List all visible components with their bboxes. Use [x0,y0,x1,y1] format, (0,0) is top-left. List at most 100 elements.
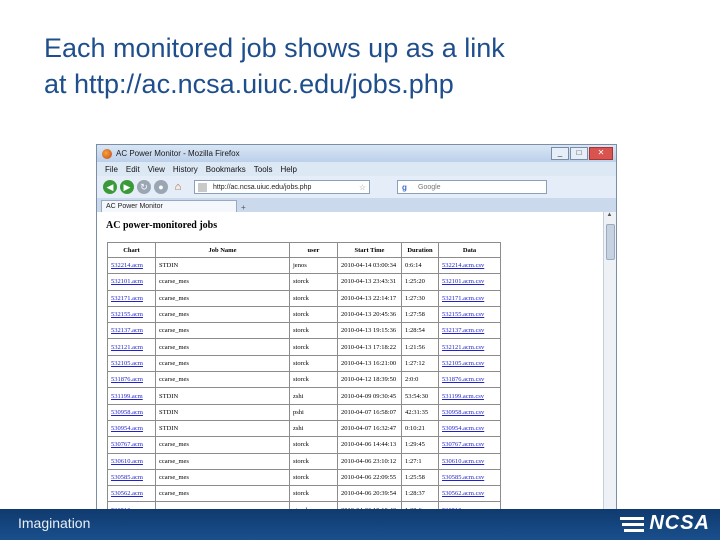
menu-file[interactable]: File [105,165,118,174]
chart-link-cell[interactable]: 530767.acm [107,436,156,454]
scrollbar-thumb[interactable] [606,224,615,260]
chart-link-cell[interactable]: 532101.acm [107,273,156,291]
tab-ac-power-monitor[interactable]: AC Power Monitor [101,200,237,212]
search-input[interactable]: g Google [397,180,547,194]
job-name-cell: ccarse_mes [155,371,290,389]
home-icon[interactable]: ⌂ [171,180,185,194]
table-header-row: Chart Job Name user Start Time Duration … [107,242,501,258]
start-time-cell: 2010-04-06 14:44:13 [337,436,402,454]
stop-icon[interactable]: ● [154,180,168,194]
data-link-cell[interactable]: 532155.acm.csv [438,305,501,324]
search-placeholder: Google [418,184,441,191]
url-bar[interactable]: http://ac.ncsa.uiuc.edu/jobs.php ☆ [194,180,370,194]
chart-link-cell[interactable]: 532105.acm [107,354,156,373]
tab-label: AC Power Monitor [106,203,163,210]
table-row: 530562.acm ccarse_mes storck 2010-04-06 20:… [107,485,501,503]
bookmark-star-icon[interactable]: ☆ [359,181,366,195]
user-cell: jenos [289,256,338,275]
data-link-cell[interactable]: 530610.acm.csv [438,452,501,470]
data-link-cell[interactable]: 530562.acm.csv [438,485,501,503]
data-link-cell[interactable]: 530585.acm.csv [438,468,501,487]
new-tab-button[interactable]: + [241,203,246,212]
data-link-cell[interactable]: 532171.acm.csv [438,289,501,307]
start-time-cell: 2010-04-07 16:32:47 [337,419,402,438]
job-name-cell: ccarse_mes [155,436,290,454]
column-header-user: user [289,242,338,258]
chart-link-cell[interactable]: 530958.acm [107,403,156,421]
table-row: 532214.acm STDIN jenos 2010-04-14 03:00:34 0… [107,256,501,275]
duration-cell: 1:27:1 [401,452,439,470]
chart-link-cell[interactable]: 532121.acm [107,338,156,356]
job-name-cell: ccarse_mes [155,452,290,470]
data-link-cell[interactable]: 532121.acm.csv [438,338,501,356]
column-header-data: Data [438,242,501,258]
duration-cell: 0:10:21 [401,419,439,438]
start-time-cell: 2010-04-13 23:43:31 [337,273,402,291]
job-name-cell: STDIN [155,256,290,275]
start-time-cell: 2010-04-09 09:30:45 [337,387,402,405]
data-link-cell[interactable]: 530767.acm.csv [438,436,501,454]
duration-cell: 2:0:0 [401,371,439,389]
job-name-cell: STDIN [155,387,290,405]
chart-link-cell[interactable]: 530585.acm [107,468,156,487]
scroll-up-icon[interactable]: ▲ [604,212,615,222]
job-name-cell: ccarse_mes [155,289,290,307]
duration-cell: 1:27:58 [401,305,439,324]
chart-link-cell[interactable]: 530610.acm [107,452,156,470]
chart-link-cell[interactable]: 532155.acm [107,305,156,324]
user-cell: storck [289,371,338,389]
menu-history[interactable]: History [173,165,198,174]
duration-cell: 1:21:56 [401,338,439,356]
data-link-cell[interactable]: 532137.acm.csv [438,322,501,340]
chart-link-cell[interactable]: 532137.acm [107,322,156,340]
search-engine-icon[interactable]: g [402,181,407,195]
data-link-cell[interactable]: 531199.acm.csv [438,387,501,405]
duration-cell: 53:54:30 [401,387,439,405]
chart-link-cell[interactable]: 532214.acm [107,256,156,275]
data-link-cell[interactable]: 532101.acm.csv [438,273,501,291]
ncsa-logo-text: NCSA [649,512,710,534]
user-cell: zshi [289,419,338,438]
back-icon[interactable]: ◀ [103,180,117,194]
user-cell: storck [289,338,338,356]
maximize-button[interactable]: □ [570,147,588,160]
start-time-cell: 2010-04-13 20:45:36 [337,305,402,324]
table-row: 531199.acm STDIN zshi 2010-04-09 09:30:45 53… [107,387,501,405]
forward-icon[interactable]: ▶ [120,180,134,194]
menu-help[interactable]: Help [280,165,296,174]
tab-bar: AC Power Monitor + [97,198,616,212]
column-header-duration: Duration [401,242,439,258]
job-name-cell: ccarse_mes [155,322,290,340]
start-time-cell: 2010-04-13 16:21:00 [337,354,402,373]
table-row: 530954.acm STDIN zshi 2010-04-07 16:32:47 0:… [107,419,501,438]
reload-icon[interactable]: ↻ [137,180,151,194]
chart-link-cell[interactable]: 531876.acm [107,371,156,389]
firefox-icon [102,148,112,159]
chart-link-cell[interactable]: 531199.acm [107,387,156,405]
menu-edit[interactable]: Edit [126,165,140,174]
chart-link-cell[interactable]: 532171.acm [107,289,156,307]
minimize-button[interactable]: _ [551,147,569,160]
chart-link-cell[interactable]: 530562.acm [107,485,156,503]
job-name-cell: ccarse_mes [155,305,290,324]
slide-title-line-1: Each monitored job shows up as a link [44,33,505,63]
close-button[interactable]: ✕ [589,147,613,160]
menu-bookmarks[interactable]: Bookmarks [206,165,246,174]
navigation-toolbar: ◀ ▶ ↻ ● ⌂ http://ac.ncsa.uiuc.edu/jobs.p… [97,176,616,198]
footer-tagline: Imagination [18,515,91,531]
menu-tools[interactable]: Tools [254,165,273,174]
chart-link-cell[interactable]: 530954.acm [107,419,156,438]
table-row: 532171.acm ccarse_mes storck 2010-04-13 22:… [107,289,501,307]
duration-cell: 1:27:30 [401,289,439,307]
user-cell: storck [289,436,338,454]
vertical-scrollbar[interactable]: ▲ [603,212,616,539]
user-cell: storck [289,289,338,307]
data-link-cell[interactable]: 530958.acm.csv [438,403,501,421]
data-link-cell[interactable]: 531876.acm.csv [438,371,501,389]
data-link-cell[interactable]: 532214.acm.csv [438,256,501,275]
menu-view[interactable]: View [148,165,165,174]
data-link-cell[interactable]: 532105.acm.csv [438,354,501,373]
start-time-cell: 2010-04-13 19:15:36 [337,322,402,340]
page-content: AC power-monitored jobs Chart Job Name u… [97,212,606,539]
data-link-cell[interactable]: 530954.acm.csv [438,419,501,438]
